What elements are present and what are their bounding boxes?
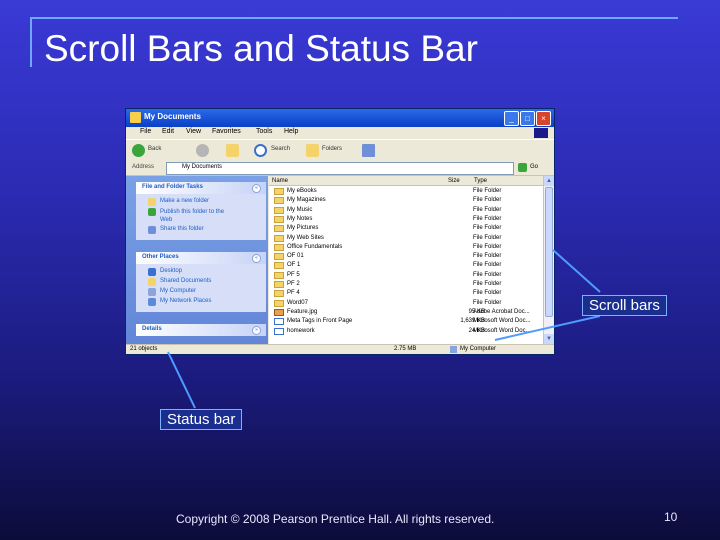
- scroll-callout-line-vertical: [552, 249, 601, 293]
- status-bar-callout: Status bar: [160, 409, 243, 430]
- status-callout-line: [167, 351, 196, 409]
- copyright-footer: Copyright © 2008 Pearson Prentice Hall. …: [176, 512, 495, 526]
- slide-number: 10: [664, 510, 678, 524]
- scroll-bars-callout: Scroll bars: [582, 295, 667, 316]
- callout-lines: [167, 249, 601, 409]
- scroll-callout-line-horizontal: [494, 315, 601, 341]
